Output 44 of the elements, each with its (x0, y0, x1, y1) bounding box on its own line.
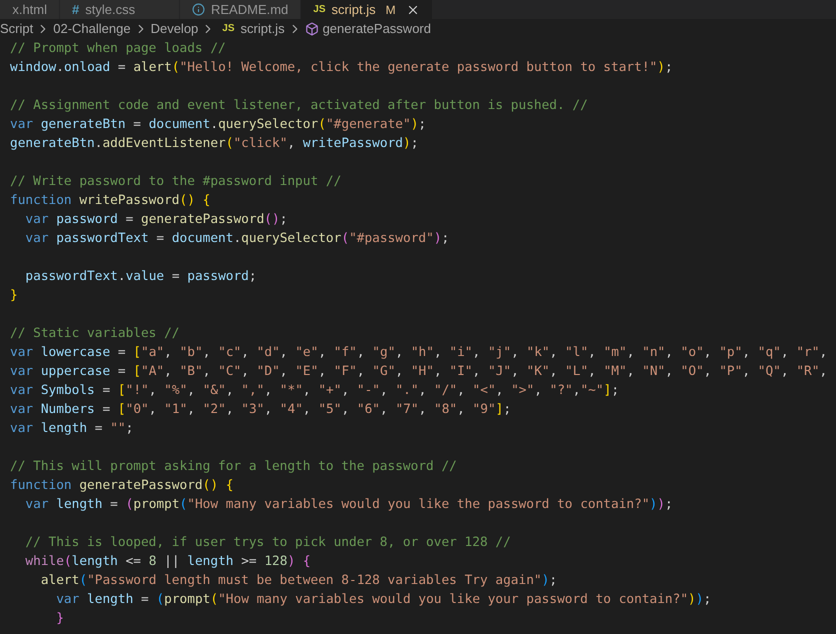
code-line: } (55, 610, 64, 628)
editor-tab[interactable]: JS script.js M (301, 0, 433, 19)
breadcrumb-item[interactable]: Script (0, 18, 34, 38)
js-icon: JS (313, 4, 326, 14)
editor-tab[interactable]: x.html (0, 0, 60, 19)
code-line: generateBtn.addEventListener("click", writePassword); (10, 135, 418, 153)
code-line: var uppercase = ["A", "B", "C", "D", "E", "F", "G", "H", "I", "J", "K", "L", "M", "N", "O", "P", "Q", "R", (10, 363, 828, 381)
code-line: while(length <= 8 || length >= 128) { (24, 553, 311, 571)
editor-tab[interactable]: README.md (180, 0, 302, 19)
code-line: // Assignment code and event listener, activated after button is pushed. // (10, 97, 588, 115)
cube-icon (304, 22, 319, 36)
code-line: } (10, 287, 18, 305)
code-line: // Write password to the #password input // (10, 173, 342, 191)
hash-icon: # (72, 3, 80, 16)
code-line: var lowercase = ["a", "b", "c", "d", "e", "f", "g", "h", "i", "j", "k", "l", "m", "n", "o", "p", "q", "r", (10, 344, 828, 362)
code-line: var generateBtn = document.querySelector("#generate"); (10, 116, 426, 134)
info-icon (192, 3, 205, 16)
code-line: // Static variables // (10, 325, 180, 343)
tab-label: script.js (332, 3, 376, 16)
code-line: // This will prompt asking for a length to the password // (10, 458, 457, 476)
tab-label: style.css (85, 3, 136, 16)
code-line: alert("Password length must be between 8-128 variables Try again"); (40, 572, 558, 590)
code-line: var length = (prompt("How many variables would you like the password to contain?")); (24, 496, 673, 514)
modified-label: M (386, 4, 396, 16)
code-line: function writePassword() { (10, 192, 210, 210)
code-line: // This is looped, if user trys to pick under 8, or over 128 // (24, 534, 511, 552)
code-line: var length = (prompt("How many variables would you like your password to contain?")); (55, 591, 712, 609)
code-line: passwordText.value = password; (24, 268, 257, 286)
code-line: window.onload = alert("Hello! Welcome, click the generate password button to start!"); (10, 59, 673, 77)
breadcrumb-item[interactable]: 02-Challenge (53, 18, 131, 38)
breadcrumb-item[interactable]: script.js (240, 18, 285, 38)
code-line: function generatePassword() { (10, 477, 234, 495)
code-line: var Numbers = ["0", "1", "2", "3", "4", "5", "6", "7", "8", "9"]; (10, 401, 512, 419)
code-line: var length = ""; (10, 420, 134, 438)
js-icon: JS (222, 21, 235, 36)
breadcrumb-item[interactable]: Develop (150, 18, 198, 38)
tab-label: README.md (211, 3, 288, 16)
code-line: var password = generatePassword(); (24, 211, 288, 229)
code-line: var Symbols = ["!", "%", "&", ",", "*", "+", "-", ".", "/", "<", ">", "?","~"]; (10, 382, 620, 400)
code-line: // Prompt when page loads // (10, 40, 226, 58)
breadcrumb-item[interactable]: generatePassword (322, 18, 431, 38)
code-line: var passwordText = document.querySelector("#password"); (24, 230, 450, 248)
editor-tab[interactable]: # style.css (60, 0, 180, 19)
tab-label: x.html (12, 3, 47, 16)
